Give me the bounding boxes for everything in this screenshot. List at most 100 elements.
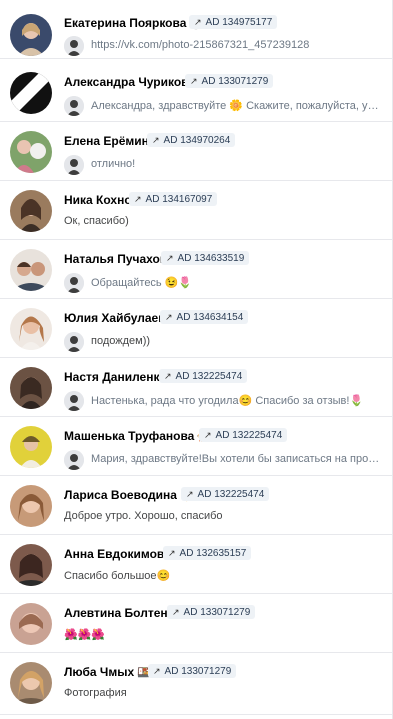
ad-id: AD 133071279 [164, 666, 232, 677]
arrow-up-right-icon: ↗ [166, 253, 174, 263]
agent-avatar-icon [64, 273, 84, 293]
ad-tag[interactable]: ↗ AD 134975177 [189, 15, 278, 29]
ad-tag[interactable]: ↗ AD 133071279 [148, 664, 237, 678]
conversation-row[interactable]: Анна Евдокимова ↗ AD 132635157 Спасибо бо… [0, 535, 392, 594]
ad-id: AD 134633519 [177, 253, 245, 264]
arrow-up-right-icon: ↗ [152, 135, 160, 145]
contact-name-text: Настя Даниленко [64, 370, 167, 384]
contact-name[interactable]: Настя Даниленко [64, 370, 167, 384]
avatar [10, 662, 52, 704]
ad-tag[interactable]: ↗ AD 133071279 [167, 605, 256, 619]
ad-id: AD 132225474 [215, 430, 283, 441]
ad-tag[interactable]: ↗ AD 134167097 [129, 192, 218, 206]
avatar [10, 14, 52, 56]
last-message[interactable]: Спасибо большое😊 [64, 566, 384, 586]
contact-name-text: Алевтина Болтенко [64, 606, 181, 620]
last-message[interactable]: 🌺🌺🌺 [64, 625, 384, 645]
ad-tag[interactable]: ↗ AD 133071279 [185, 74, 274, 88]
contact-name-text: Елена Ерёмина [64, 134, 156, 148]
conversation-row[interactable]: Машенька Труфанова🐅 ↗AD 132225474 Мария,… [0, 417, 392, 476]
conversation-row[interactable]: Ника Кохно ↗ AD 134167097 Ок, спасибо) [0, 181, 392, 240]
contact-name[interactable]: Машенька Труфанова🐅 [64, 429, 211, 443]
avatar [10, 367, 52, 409]
last-message[interactable]: Мария, здравствуйте!Вы хотели бы записат… [64, 450, 384, 470]
ad-tag[interactable]: ↗ AD 134634154 [160, 310, 249, 324]
contact-name[interactable]: Юлия Хайбулаева [64, 311, 172, 325]
ad-tag[interactable]: ↗ AD 134970264 [147, 133, 236, 147]
message-text: https://vk.com/photo-215867321_457239128 [91, 39, 310, 51]
last-message[interactable]: Обращайтесь 😉🌷 [64, 273, 384, 293]
contact-name[interactable]: Алевтина Болтенко [64, 606, 181, 620]
ad-id: AD 134975177 [205, 17, 273, 28]
conversation-row[interactable]: Екатерина Пояркова🍷 ↗AD 134975177 https:… [0, 0, 392, 59]
avatar [10, 308, 52, 350]
conversation-row[interactable]: Настя Даниленко ↗ AD 132225474 Настенька,… [0, 358, 392, 417]
conversation-row[interactable]: Елена Ерёмина ↗ AD 134970264 отлично! [0, 122, 392, 181]
conversation-row[interactable]: Юлия Хайбулаева ↗ AD 134634154 подождем)) [0, 299, 392, 358]
contact-name[interactable]: Наталья Пучахова [64, 252, 174, 266]
last-message[interactable]: отлично! [64, 155, 384, 175]
arrow-up-right-icon: ↗ [194, 17, 202, 27]
conversation-row[interactable]: Наталья Пучахова ↗ AD 134633519 Обращайте… [0, 240, 392, 299]
message-text: Александра, здравствуйте 🌼 Скажите, пожа… [91, 100, 381, 112]
arrow-up-right-icon: ↗ [186, 489, 194, 499]
conversation-row[interactable]: Люба Чмых 🍱 ↗ AD 133071279 Фотография [0, 653, 392, 715]
contact-name[interactable]: Александра Чурикова [64, 75, 195, 89]
ad-tag[interactable]: ↗ AD 132225474 [159, 369, 248, 383]
avatar [10, 190, 52, 232]
agent-avatar-icon [64, 391, 84, 411]
ad-id: AD 133071279 [201, 76, 269, 87]
ad-tag[interactable]: ↗ AD 132225474 [181, 487, 270, 501]
avatar [10, 131, 52, 173]
last-message[interactable]: Настенька, рада что угодила😊 Спасибо за … [64, 391, 384, 411]
message-text: Ок, спасибо) [64, 215, 129, 227]
message-text: Настенька, рада что угодила😊 Спасибо за … [91, 395, 364, 407]
ad-tag[interactable]: ↗ AD 134633519 [161, 251, 250, 265]
contact-name[interactable]: Екатерина Пояркова🍷 [64, 16, 203, 30]
arrow-up-right-icon: ↗ [134, 194, 142, 204]
last-message[interactable]: Фотография [64, 684, 384, 704]
last-message[interactable]: Ок, спасибо) [64, 212, 384, 232]
last-message[interactable]: Александра, здравствуйте 🌼 Скажите, пожа… [64, 96, 384, 116]
last-message[interactable]: Доброе утро. Хорошо, спасибо [64, 507, 384, 527]
agent-avatar-icon [64, 332, 84, 352]
message-text: Спасибо большое😊 [64, 570, 171, 582]
contact-name-text: Наталья Пучахова [64, 252, 174, 266]
message-text: 🌺🌺🌺 [64, 629, 106, 641]
arrow-up-right-icon: ↗ [204, 430, 212, 440]
arrow-up-right-icon: ↗ [172, 607, 180, 617]
ad-id: AD 132635157 [179, 548, 247, 559]
agent-avatar-icon [64, 96, 84, 116]
conversation-row[interactable]: Александра Чурикова ↗ AD 133071279 Алекса… [0, 63, 392, 122]
message-text: Мария, здравствуйте!Вы хотели бы записат… [91, 453, 381, 465]
conversation-row[interactable]: Алевтина Болтенко ↗ AD 133071279 🌺🌺🌺 [0, 594, 392, 653]
ad-id: AD 133071279 [183, 607, 251, 618]
ad-id: AD 132225474 [197, 489, 265, 500]
avatar [10, 426, 52, 468]
contact-name[interactable]: Люба Чмых 🍱 [64, 665, 151, 679]
message-text: Фотография [64, 687, 127, 699]
contact-name-text: Люба Чмых [64, 665, 135, 679]
contact-name[interactable]: Анна Евдокимова [64, 547, 171, 561]
last-message[interactable]: подождем)) [64, 332, 384, 352]
contact-name[interactable]: Ника Кохно [64, 193, 132, 207]
arrow-up-right-icon: ↗ [168, 548, 176, 558]
avatar [10, 72, 52, 114]
contact-name[interactable]: Елена Ерёмина [64, 134, 156, 148]
ad-tag[interactable]: ↗ AD 132225474 [199, 428, 288, 442]
contact-name-text: Лариса Воеводина [64, 488, 177, 502]
ad-id: AD 132225474 [175, 371, 243, 382]
arrow-up-right-icon: ↗ [165, 312, 173, 322]
contact-name[interactable]: Лариса Воеводина👌 [64, 488, 194, 502]
message-text: отлично! [91, 158, 136, 170]
message-text: Доброе утро. Хорошо, спасибо [64, 510, 223, 522]
conversation-row[interactable]: Лариса Воеводина👌 ↗AD 132225474 Доброе у… [0, 476, 392, 535]
contact-name-text: Екатерина Пояркова [64, 16, 187, 30]
avatar [10, 485, 52, 527]
message-text: Обращайтесь 😉🌷 [91, 277, 193, 289]
arrow-up-right-icon: ↗ [164, 371, 172, 381]
ad-id: AD 134970264 [163, 135, 231, 146]
ad-tag[interactable]: ↗ AD 132635157 [163, 546, 252, 560]
agent-avatar-icon [64, 155, 84, 175]
last-message[interactable]: https://vk.com/photo-215867321_457239128 [64, 36, 384, 56]
